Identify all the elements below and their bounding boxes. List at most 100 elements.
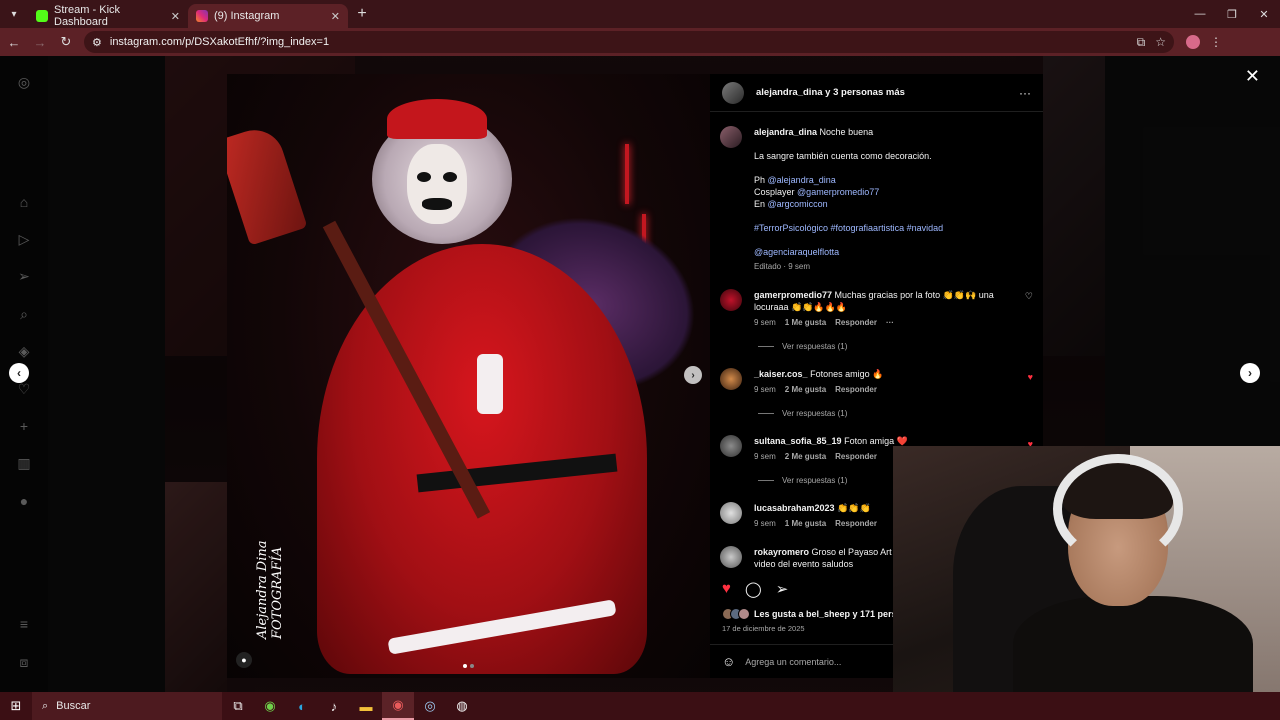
comment-user[interactable]: _kaiser.cos_ (754, 369, 808, 379)
taskbar-search[interactable]: ⌕ Buscar (32, 692, 222, 720)
caption-user[interactable]: alejandra_dina (754, 127, 817, 137)
reply-button[interactable]: Responder (835, 317, 877, 329)
forward-icon[interactable]: → (28, 35, 52, 50)
post-date: 17 de diciembre de 2025 (722, 624, 805, 633)
previous-post-icon[interactable]: ‹ (9, 363, 29, 383)
browser-menu-icon[interactable]: ⋮ (1210, 35, 1222, 49)
next-post-icon[interactable]: › (1240, 363, 1260, 383)
comment: gamerpromedio77 Muchas gracias por la fo… (720, 289, 1040, 329)
comment-likes[interactable]: 2 Me gusta (785, 384, 826, 396)
tagged-users-icon[interactable]: ● (236, 652, 252, 668)
reply-button[interactable]: Responder (835, 518, 877, 530)
post-photo: Alejandra Dina FOTOGRAFÍA › ● (227, 74, 710, 678)
view-replies[interactable]: Ver respuestas (1) (758, 476, 847, 485)
site-info-icon[interactable]: ⚙ (92, 36, 102, 49)
comment-placeholder: Agrega un comentario... (745, 656, 842, 667)
browser-tab-strip: ▾ Stream - Kick Dashboard ✕ (9) Instagra… (0, 0, 1280, 28)
obs-icon[interactable]: ◍ (446, 692, 478, 720)
caption: alejandra_dina Noche buena La sangre tam… (720, 126, 1040, 273)
post-actions: ♥ ◯ ➢ (722, 580, 788, 598)
instagram-icon (196, 10, 208, 22)
chrome-icon[interactable]: ◉ (254, 692, 286, 720)
comment-user[interactable]: rokayromero (754, 547, 809, 557)
author-avatar[interactable] (722, 81, 744, 104)
close-tab-icon[interactable]: ✕ (171, 10, 180, 23)
minimize-button[interactable]: — (1184, 8, 1216, 21)
view-replies[interactable]: Ver respuestas (1) (758, 409, 847, 418)
share-icon[interactable]: ➢ (776, 580, 789, 598)
mention-link[interactable]: @agenciaraquelflotta (754, 246, 943, 258)
avatar[interactable] (720, 502, 742, 524)
close-tab-icon[interactable]: ✕ (331, 10, 340, 23)
liked-heart-icon[interactable]: ♥ (722, 580, 731, 598)
comment-likes[interactable]: 1 Me gusta (785, 518, 826, 530)
headset (1053, 454, 1183, 564)
profile-avatar[interactable] (1186, 35, 1200, 49)
avatar[interactable] (720, 289, 742, 311)
comment-user[interactable]: sultana_sofia_85_19 (754, 436, 842, 446)
mention-link[interactable]: @argcomiccon (768, 199, 828, 209)
hashtags[interactable]: #TerrorPsicológico #fotografiaartistica … (754, 222, 943, 234)
comment: _kaiser.cos_ Fotones amigo 🔥 9 sem 2 Me g… (720, 368, 1040, 396)
avatar[interactable] (720, 126, 742, 148)
like-comment-icon[interactable]: ♡ (1025, 291, 1033, 302)
task-view-icon[interactable]: ⧉ (222, 692, 254, 720)
webcam-overlay (893, 446, 1280, 692)
reply-button[interactable]: Responder (835, 451, 877, 463)
avatar[interactable] (720, 368, 742, 390)
edge-icon[interactable]: ◐ (286, 692, 318, 720)
windows-start-icon[interactable]: ⊞ (0, 698, 32, 714)
next-image-icon[interactable]: › (684, 366, 702, 384)
liker-avatars (722, 608, 750, 620)
url-text: instagram.com/p/DSXakotEfhf/?img_index=1 (109, 36, 330, 48)
emoji-icon[interactable]: ☺ (722, 654, 735, 669)
reply-button[interactable]: Responder (835, 384, 877, 396)
post-header: alejandra_dina y 3 personas más ··· (710, 74, 1043, 112)
comment-user[interactable]: gamerpromedio77 (754, 290, 832, 300)
caption-line: La sangre también cuenta como decoración… (754, 151, 932, 161)
windows-taskbar: ⊞ ⌕ Buscar ⧉ ◉ ◐ ♪ ▬ ◉ ◎ ◍ (0, 692, 1280, 720)
avatar[interactable] (720, 435, 742, 457)
install-app-icon[interactable]: ⧉ (1137, 35, 1146, 50)
reload-icon[interactable]: ↻ (54, 34, 78, 50)
chrome-active-icon[interactable]: ◉ (382, 692, 414, 720)
comment-icon[interactable]: ◯ (745, 580, 762, 598)
restore-button[interactable]: ❐ (1216, 8, 1248, 21)
address-bar[interactable]: ⚙ instagram.com/p/DSXakotEfhf/?img_index… (84, 31, 1174, 53)
liked-heart-icon[interactable]: ♥ (1028, 372, 1033, 382)
new-tab-button[interactable]: + (348, 5, 376, 23)
file-explorer-icon[interactable]: ▬ (350, 692, 382, 720)
caption-title: Noche buena (819, 127, 874, 137)
comment-user[interactable]: lucasabraham2023 (754, 503, 835, 513)
back-icon[interactable]: ← (2, 35, 26, 50)
tab-label: Stream - Kick Dashboard (54, 4, 121, 28)
comment-likes[interactable]: 2 Me gusta (785, 451, 826, 463)
more-options-icon[interactable]: ··· (1019, 86, 1031, 100)
mention-link[interactable]: @alejandra_dina (768, 175, 836, 185)
post-authors[interactable]: alejandra_dina y 3 personas más (756, 87, 905, 98)
browser-toolbar: ← → ↻ ⚙ instagram.com/p/DSXakotEfhf/?img… (0, 28, 1280, 56)
tab-search-icon[interactable]: ▾ (0, 0, 28, 28)
comment-more-icon[interactable]: ··· (886, 317, 894, 329)
comment-text: 👏👏👏 (837, 503, 871, 513)
carousel-dots (463, 664, 474, 668)
photographer-watermark: Alejandra Dina FOTOGRAFÍA (255, 540, 285, 639)
tab-instagram[interactable]: (9) Instagram ✕ (188, 4, 348, 28)
tiktok-icon[interactable]: ♪ (318, 692, 350, 720)
comment-text: Foton amiga ❤️ (844, 436, 908, 446)
view-replies[interactable]: Ver respuestas (1) (758, 342, 847, 351)
likes-summary[interactable]: Les gusta a bel_sheep y 171 perso (722, 608, 902, 620)
close-icon[interactable]: ✕ (1245, 66, 1260, 87)
tab-label: (9) Instagram (214, 10, 280, 22)
tab-kick-dashboard[interactable]: Stream - Kick Dashboard ✕ (28, 4, 188, 28)
caption-edited: Editado · 9 sem (754, 262, 811, 271)
bookmark-star-icon[interactable]: ☆ (1155, 35, 1166, 50)
search-icon: ⌕ (42, 699, 49, 712)
avatar[interactable] (720, 546, 742, 568)
mention-link[interactable]: @gamerpromedio77 (797, 187, 879, 197)
window-controls: — ❐ ✕ (1184, 8, 1280, 21)
steam-icon[interactable]: ◎ (414, 692, 446, 720)
close-window-button[interactable]: ✕ (1248, 8, 1280, 21)
comment-likes[interactable]: 1 Me gusta (785, 317, 826, 329)
comment-text: Fotones amigo 🔥 (810, 369, 884, 379)
